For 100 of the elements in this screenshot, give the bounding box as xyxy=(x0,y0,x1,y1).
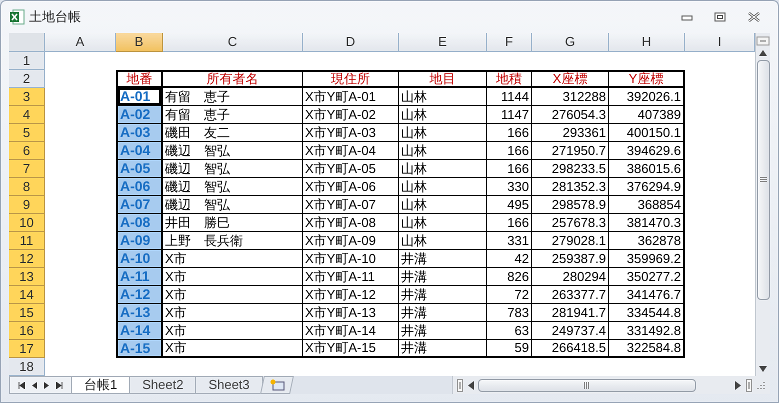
table-cell: X市Y町A-12 xyxy=(303,286,399,304)
table-cell: 279028.1 xyxy=(532,232,609,250)
split-handle-icon[interactable] xyxy=(457,378,463,392)
column-heading: 地番 xyxy=(116,70,163,88)
table-cell: 407389 xyxy=(609,106,685,124)
window-title: 土地台帳 xyxy=(29,8,81,26)
table-cell: 263377.7 xyxy=(532,286,609,304)
table-cell: 1147 xyxy=(487,106,532,124)
column-header[interactable]: F xyxy=(487,33,532,52)
table-cell: X市Y町A-07 xyxy=(303,196,399,214)
row-header[interactable]: 15 xyxy=(9,304,45,322)
column-heading: 所有者名 xyxy=(163,70,303,88)
row-header[interactable]: 2 xyxy=(9,70,45,88)
row-header[interactable]: 16 xyxy=(9,322,45,340)
row-header[interactable]: 9 xyxy=(9,196,45,214)
new-sheet-icon[interactable] xyxy=(268,379,285,391)
row-header[interactable]: 4 xyxy=(9,106,45,124)
scroll-up-icon[interactable] xyxy=(758,49,768,57)
close-icon[interactable] xyxy=(748,12,760,22)
scrollbar-thumb[interactable] xyxy=(478,378,696,392)
last-sheet-icon[interactable] xyxy=(56,382,64,388)
table-cell: 72 xyxy=(487,286,532,304)
sheet-tab[interactable]: 台帳1 xyxy=(71,376,130,394)
table-cell: 63 xyxy=(487,322,532,340)
table-cell: 42 xyxy=(487,250,532,268)
new-sheet-tab[interactable] xyxy=(260,376,294,394)
minimize-icon[interactable] xyxy=(681,13,693,21)
table-cell: X市Y町A-09 xyxy=(303,232,399,250)
column-header[interactable]: A xyxy=(45,33,116,52)
row-header[interactable]: 8 xyxy=(9,178,45,196)
scroll-right-icon[interactable] xyxy=(735,380,742,390)
previous-sheet-icon[interactable] xyxy=(32,382,37,388)
table-cell: X市Y町A-08 xyxy=(303,214,399,232)
row-header[interactable]: 6 xyxy=(9,142,45,160)
grip-icon xyxy=(584,382,590,388)
split-handle-icon[interactable] xyxy=(756,36,770,46)
column-header[interactable]: D xyxy=(303,33,399,52)
table-cell: X市Y町A-13 xyxy=(303,304,399,322)
table-cell: 280294 xyxy=(532,268,609,286)
table-cell: X市 xyxy=(163,286,303,304)
column-header[interactable]: H xyxy=(609,33,685,52)
column-header[interactable]: B xyxy=(116,33,163,52)
row-header[interactable]: 17 xyxy=(9,340,45,358)
split-handle-icon[interactable] xyxy=(746,378,752,392)
table-cell: 磯田 友二 xyxy=(163,124,303,142)
row-header[interactable]: 5 xyxy=(9,124,45,142)
table-cell[interactable]: A-01 xyxy=(116,88,163,106)
table-cell: 山林 xyxy=(399,142,487,160)
row-header[interactable]: 10 xyxy=(9,214,45,232)
spreadsheet-icon xyxy=(9,9,25,25)
sheet-navigation[interactable] xyxy=(9,376,72,394)
table-cell: 山林 xyxy=(399,196,487,214)
restore-icon[interactable] xyxy=(714,12,726,22)
table-cell: 磯辺 智弘 xyxy=(163,160,303,178)
horizontal-scrollbar[interactable] xyxy=(452,376,770,394)
table-cell: 1144 xyxy=(487,88,532,106)
next-sheet-icon[interactable] xyxy=(44,382,50,388)
column-header[interactable]: G xyxy=(532,33,609,52)
table-cell: 334544.8 xyxy=(609,304,685,322)
scroll-down-icon[interactable] xyxy=(758,365,768,373)
table-cell: 磯辺 智弘 xyxy=(163,178,303,196)
row-header[interactable]: 1 xyxy=(9,52,45,70)
sheet-tab[interactable]: Sheet3 xyxy=(195,376,263,394)
table-cell: 312288 xyxy=(532,88,609,106)
row-header[interactable]: 11 xyxy=(9,232,45,250)
column-header[interactable]: C xyxy=(163,33,303,52)
table-cell: 298578.9 xyxy=(532,196,609,214)
table-cell: 井溝 xyxy=(399,286,487,304)
table-cell: 166 xyxy=(487,124,532,142)
table-cell: 331492.8 xyxy=(609,322,685,340)
scroll-left-icon[interactable] xyxy=(467,380,474,390)
table-cell: 山林 xyxy=(399,232,487,250)
table-cell: 362878 xyxy=(609,232,685,250)
table-cell: 322584.8 xyxy=(609,340,685,358)
table-cell: 276054.3 xyxy=(532,106,609,124)
table-cell: X市Y町A-04 xyxy=(303,142,399,160)
grip-icon xyxy=(760,177,766,183)
row-header[interactable]: 13 xyxy=(9,268,45,286)
row-header[interactable]: 18 xyxy=(9,358,45,376)
table-cell: 298233.5 xyxy=(532,160,609,178)
column-header[interactable]: I xyxy=(685,33,755,52)
column-header[interactable]: E xyxy=(399,33,487,52)
table-cell: 266418.5 xyxy=(532,340,609,358)
table-cell: X市Y町A-01 xyxy=(303,88,399,106)
row-header[interactable]: 7 xyxy=(9,160,45,178)
table-cell: 井溝 xyxy=(399,340,487,358)
sheet-tab[interactable]: Sheet2 xyxy=(129,376,196,394)
vertical-scrollbar[interactable] xyxy=(755,33,770,376)
table-cell: 359969.2 xyxy=(609,250,685,268)
table-cell: 330 xyxy=(487,178,532,196)
row-header[interactable]: 3 xyxy=(9,88,45,106)
table-cell: 350277.2 xyxy=(609,268,685,286)
row-header[interactable]: 14 xyxy=(9,286,45,304)
row-header[interactable]: 12 xyxy=(9,250,45,268)
table-cell: 井溝 xyxy=(399,322,487,340)
resize-grip-icon[interactable] xyxy=(756,380,766,390)
table-cell: 281352.3 xyxy=(532,178,609,196)
table-cell: X市 xyxy=(163,322,303,340)
first-sheet-icon[interactable] xyxy=(18,382,25,388)
scrollbar-thumb[interactable] xyxy=(756,60,770,300)
